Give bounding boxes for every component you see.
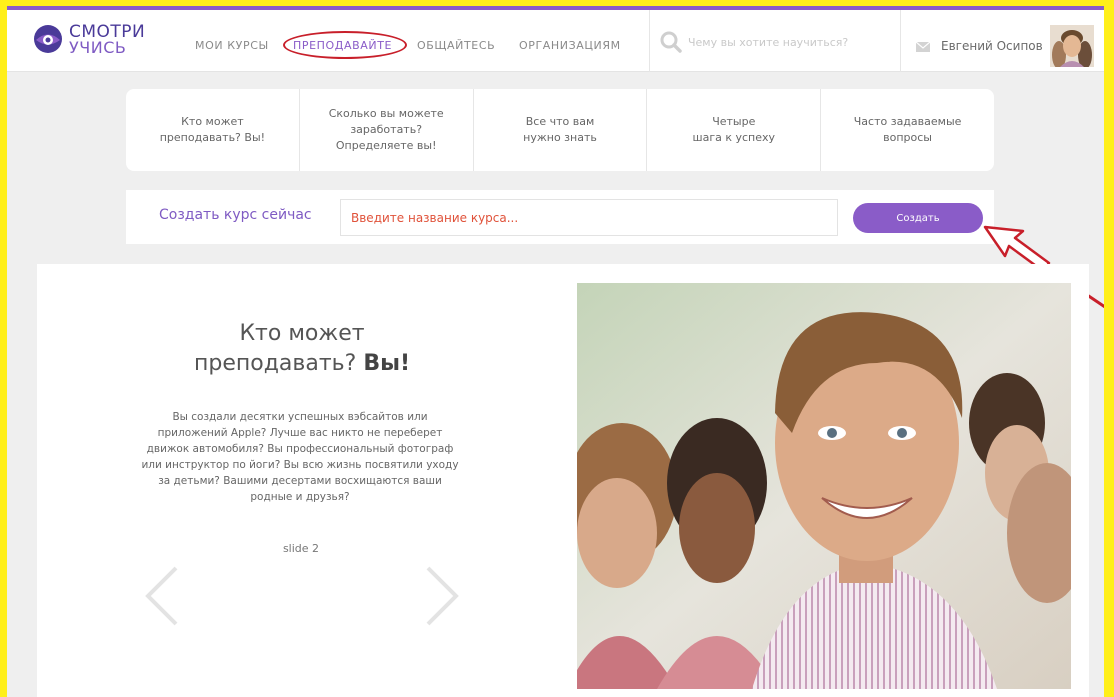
hero-section: Кто может преподавать? Вы! Вы создали де… xyxy=(37,264,1089,697)
site-header: СМОТРИ УЧИСЬ МОИ КУРСЫ ПРЕПОДАВАЙТЕ ОБЩА… xyxy=(7,10,1104,72)
course-name-input[interactable] xyxy=(340,199,838,236)
chevron-right-icon[interactable] xyxy=(422,564,462,628)
browser-viewport: СМОТРИ УЧИСЬ МОИ КУРСЫ ПРЕПОДАВАЙТЕ ОБЩА… xyxy=(7,6,1104,697)
tab-who-can-teach[interactable]: Кто может преподавать? Вы! xyxy=(126,89,300,171)
hero-title-line2: преподавать? xyxy=(193,351,357,376)
hero-title: Кто может преподавать? Вы! xyxy=(137,319,467,379)
annotation-circle xyxy=(283,31,407,59)
create-course-button[interactable]: Создать xyxy=(853,203,983,233)
user-name[interactable]: Евгений Осипов xyxy=(941,39,1043,53)
tab-how-much-earn[interactable]: Сколько вы можете заработать? Определяет… xyxy=(300,89,474,171)
hero-photo xyxy=(577,283,1071,689)
tab-label: Сколько вы можете заработать? Определяет… xyxy=(328,107,444,152)
create-course-bar: Создать курс сейчас Создать xyxy=(126,190,994,244)
search-input[interactable] xyxy=(688,32,894,52)
nav-organizations[interactable]: ОРГАНИЗАЦИЯМ xyxy=(519,39,621,52)
tab-label: Четыре шага к успеху xyxy=(692,115,776,144)
hero-photo-image xyxy=(577,283,1071,689)
tab-four-steps[interactable]: Четыре шага к успеху xyxy=(647,89,822,171)
logo-eye-icon xyxy=(34,25,62,53)
search-icon[interactable] xyxy=(660,31,682,53)
hero-text: Вы создали десятки успешных вэбсайтов ил… xyxy=(141,411,459,503)
logo-text-bottom: УЧИСЬ xyxy=(69,38,127,57)
nav-communicate[interactable]: ОБЩАЙТЕСЬ xyxy=(417,39,495,52)
avatar-image xyxy=(1050,25,1094,67)
tab-label: Кто может преподавать? Вы! xyxy=(159,115,266,144)
nav-my-courses[interactable]: МОИ КУРСЫ xyxy=(195,39,269,52)
search-box xyxy=(649,10,901,72)
tab-faq[interactable]: Часто задаваемые вопросы xyxy=(821,89,994,171)
site-logo[interactable]: СМОТРИ УЧИСЬ xyxy=(33,21,145,57)
slide-label: slide 2 xyxy=(282,542,320,555)
hero-title-line1: Кто может xyxy=(239,321,365,346)
mail-icon[interactable] xyxy=(916,42,930,52)
tab-all-you-need[interactable]: Все что вам нужно знать xyxy=(474,89,648,171)
chevron-left-icon[interactable] xyxy=(142,564,182,628)
teach-info-tabs: Кто может преподавать? Вы! Сколько вы мо… xyxy=(126,89,994,171)
create-course-label: Создать курс сейчас xyxy=(159,207,312,223)
hero-title-bold: Вы! xyxy=(363,351,411,376)
tab-label: Часто задаваемые вопросы xyxy=(853,115,962,144)
tab-label: Все что вам нужно знать xyxy=(523,115,597,144)
avatar[interactable] xyxy=(1050,25,1094,67)
